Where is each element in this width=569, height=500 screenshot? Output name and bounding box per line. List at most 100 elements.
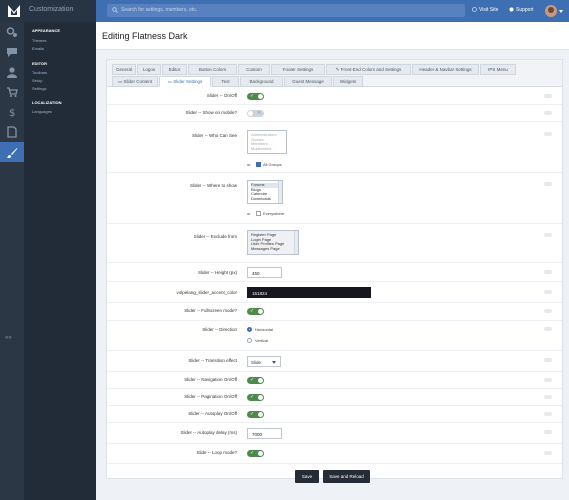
search-input[interactable]: Search for settings, members, etc. [107, 4, 465, 17]
toggle-knob [248, 111, 253, 116]
autoplay-delay-input[interactable]: 7000 [247, 428, 282, 439]
settings-card: General Logos Editor Button Colors Custo… [106, 59, 563, 479]
logo-icon[interactable] [7, 4, 21, 18]
row-where-to-show: Slider -- Where to show Forums Blogs Cal… [107, 173, 562, 224]
page-title: Editing Flatness Dark [102, 31, 188, 41]
label-fullscreen: Slider -- Fullscreen mode? [184, 308, 237, 313]
svg-text:$: $ [9, 108, 15, 118]
toggle-knob [258, 309, 263, 314]
tab-ips-menu[interactable]: IPS Menu [480, 64, 516, 75]
check-icon: ✓ [250, 308, 255, 314]
tab-frontend-colors[interactable]: ✎ Front-End Colors and Settings [326, 64, 411, 75]
scrollbar[interactable] [278, 181, 282, 203]
avatar[interactable] [545, 5, 557, 17]
chevron-down-icon[interactable] [559, 10, 563, 13]
label-transition: Slider -- Transition effect [188, 358, 237, 363]
default-flag[interactable] [544, 94, 552, 98]
sidebar-item-toolbars[interactable]: Toolbars [32, 70, 47, 75]
gears-icon[interactable] [6, 26, 18, 38]
toggle-knob [258, 378, 263, 383]
default-flag[interactable] [544, 270, 552, 274]
row-show-on-mobile: Slider -- Show on mobile? ✕ [107, 105, 562, 122]
default-flag[interactable] [544, 358, 552, 362]
tab-logos[interactable]: Logos [137, 64, 161, 75]
default-flag[interactable] [544, 430, 552, 434]
sidebar-item-settings[interactable]: Settings [32, 86, 46, 91]
default-flag[interactable] [544, 395, 552, 399]
chat-icon[interactable] [6, 46, 18, 58]
radio-horizontal[interactable] [247, 327, 252, 332]
cart-icon[interactable] [6, 86, 18, 98]
transition-select[interactable]: Slide [247, 356, 281, 367]
row-height: Slider -- Height (px) 450 [107, 263, 562, 282]
check-icon: ✓ [250, 450, 255, 456]
all-groups-checkbox[interactable] [256, 162, 261, 167]
main-content: Editing Flatness Dark General Logos Edit… [96, 22, 569, 500]
radio-vertical-label: Vertical [255, 338, 269, 343]
top-bar: Customization Search for settings, membe… [0, 0, 569, 22]
save-button[interactable]: Save [295, 470, 319, 483]
toggle-pagination[interactable]: ✓ [247, 394, 264, 401]
visit-site-link[interactable]: Visit Site [472, 7, 498, 13]
default-flag[interactable] [544, 309, 552, 313]
dollar-icon[interactable]: $ [6, 106, 18, 118]
everywhere-checkbox[interactable] [256, 211, 261, 216]
toggle-knob [258, 395, 263, 400]
list-option[interactable]: Downloads [251, 196, 279, 202]
label-height: Slider -- Height (px) [197, 270, 237, 275]
tab-text[interactable]: Text [212, 76, 239, 87]
accent-color-input[interactable]: 151824 [247, 287, 371, 298]
support-link[interactable]: Support [509, 7, 534, 13]
tab-slider-settings[interactable]: ▭ Slider Settings [159, 76, 211, 87]
sidebar-item-emails[interactable]: Emails [32, 46, 44, 51]
scrollbar[interactable] [294, 231, 298, 254]
default-flag[interactable] [544, 290, 552, 294]
tab-button-colors[interactable]: Button Colors [188, 64, 237, 75]
row-navigation: Slider -- Navigation On/Off ✓ [107, 372, 562, 389]
tab-custom[interactable]: Custom [238, 64, 270, 75]
toggle-navigation[interactable]: ✓ [247, 377, 264, 384]
exclude-from-list[interactable]: Register Page Login Page User Profiles P… [247, 230, 299, 255]
tab-general[interactable]: General [112, 64, 136, 75]
paintbrush-icon [7, 148, 18, 158]
default-flag[interactable] [544, 132, 552, 136]
radio-vertical[interactable] [247, 338, 252, 343]
toggle-slider-on-off[interactable]: ✓ [247, 93, 264, 100]
brand: Customization [0, 0, 96, 22]
nav-heading-localization: LOCALIZATION [32, 100, 62, 105]
tab-editor[interactable]: Editor [162, 64, 187, 75]
toggle-autoplay[interactable]: ✓ [247, 411, 264, 418]
default-flag[interactable] [544, 451, 552, 455]
toggle-loop[interactable]: ✓ [247, 450, 264, 457]
default-flag[interactable] [544, 182, 552, 186]
collapse-icon[interactable]: «» [5, 335, 12, 341]
label-exclude-from: Slider -- Exclude from [193, 234, 237, 239]
sidebar-item-setup[interactable]: Setup [32, 78, 42, 83]
tab-footer-settings[interactable]: Footer Settings [271, 64, 325, 75]
sidebar-item-themes[interactable]: Themes [32, 38, 46, 43]
list-option[interactable]: Messages Page [251, 246, 295, 252]
default-flag[interactable] [544, 233, 552, 237]
tab-widgets[interactable]: Widgets [333, 76, 363, 87]
default-flag[interactable] [544, 378, 552, 382]
file-icon[interactable] [6, 126, 18, 138]
default-flag[interactable] [544, 412, 552, 416]
toggle-show-on-mobile[interactable]: ✕ [247, 110, 264, 117]
sidebar-item-languages[interactable]: Languages [32, 109, 52, 114]
save-and-reload-button[interactable]: Save and Reload [323, 470, 370, 483]
toggle-fullscreen[interactable]: ✓ [247, 308, 264, 315]
tab-header-navbar[interactable]: Header & Navbar Settings [412, 64, 479, 75]
sidebar: APPEARANCE Themes Emails EDITOR Toolbars… [24, 22, 96, 500]
where-to-show-list[interactable]: Forums Blogs Calendar Downloads [247, 180, 283, 204]
label-navigation: Slider -- Navigation On/Off [184, 377, 237, 382]
tab-slider-content[interactable]: ▭ Slider Content [112, 76, 158, 87]
list-option[interactable]: Moderators [251, 146, 283, 152]
tab-background[interactable]: Background [240, 76, 283, 87]
height-input[interactable]: 450 [247, 267, 282, 278]
who-can-see-list[interactable]: Administrators Guests Members Moderators [247, 130, 287, 154]
default-flag[interactable] [544, 111, 552, 115]
tab-guest-message[interactable]: Guest Message [284, 76, 332, 87]
user-icon[interactable] [6, 66, 18, 78]
customization-rail-item[interactable] [0, 142, 24, 162]
default-flag[interactable] [544, 327, 552, 331]
